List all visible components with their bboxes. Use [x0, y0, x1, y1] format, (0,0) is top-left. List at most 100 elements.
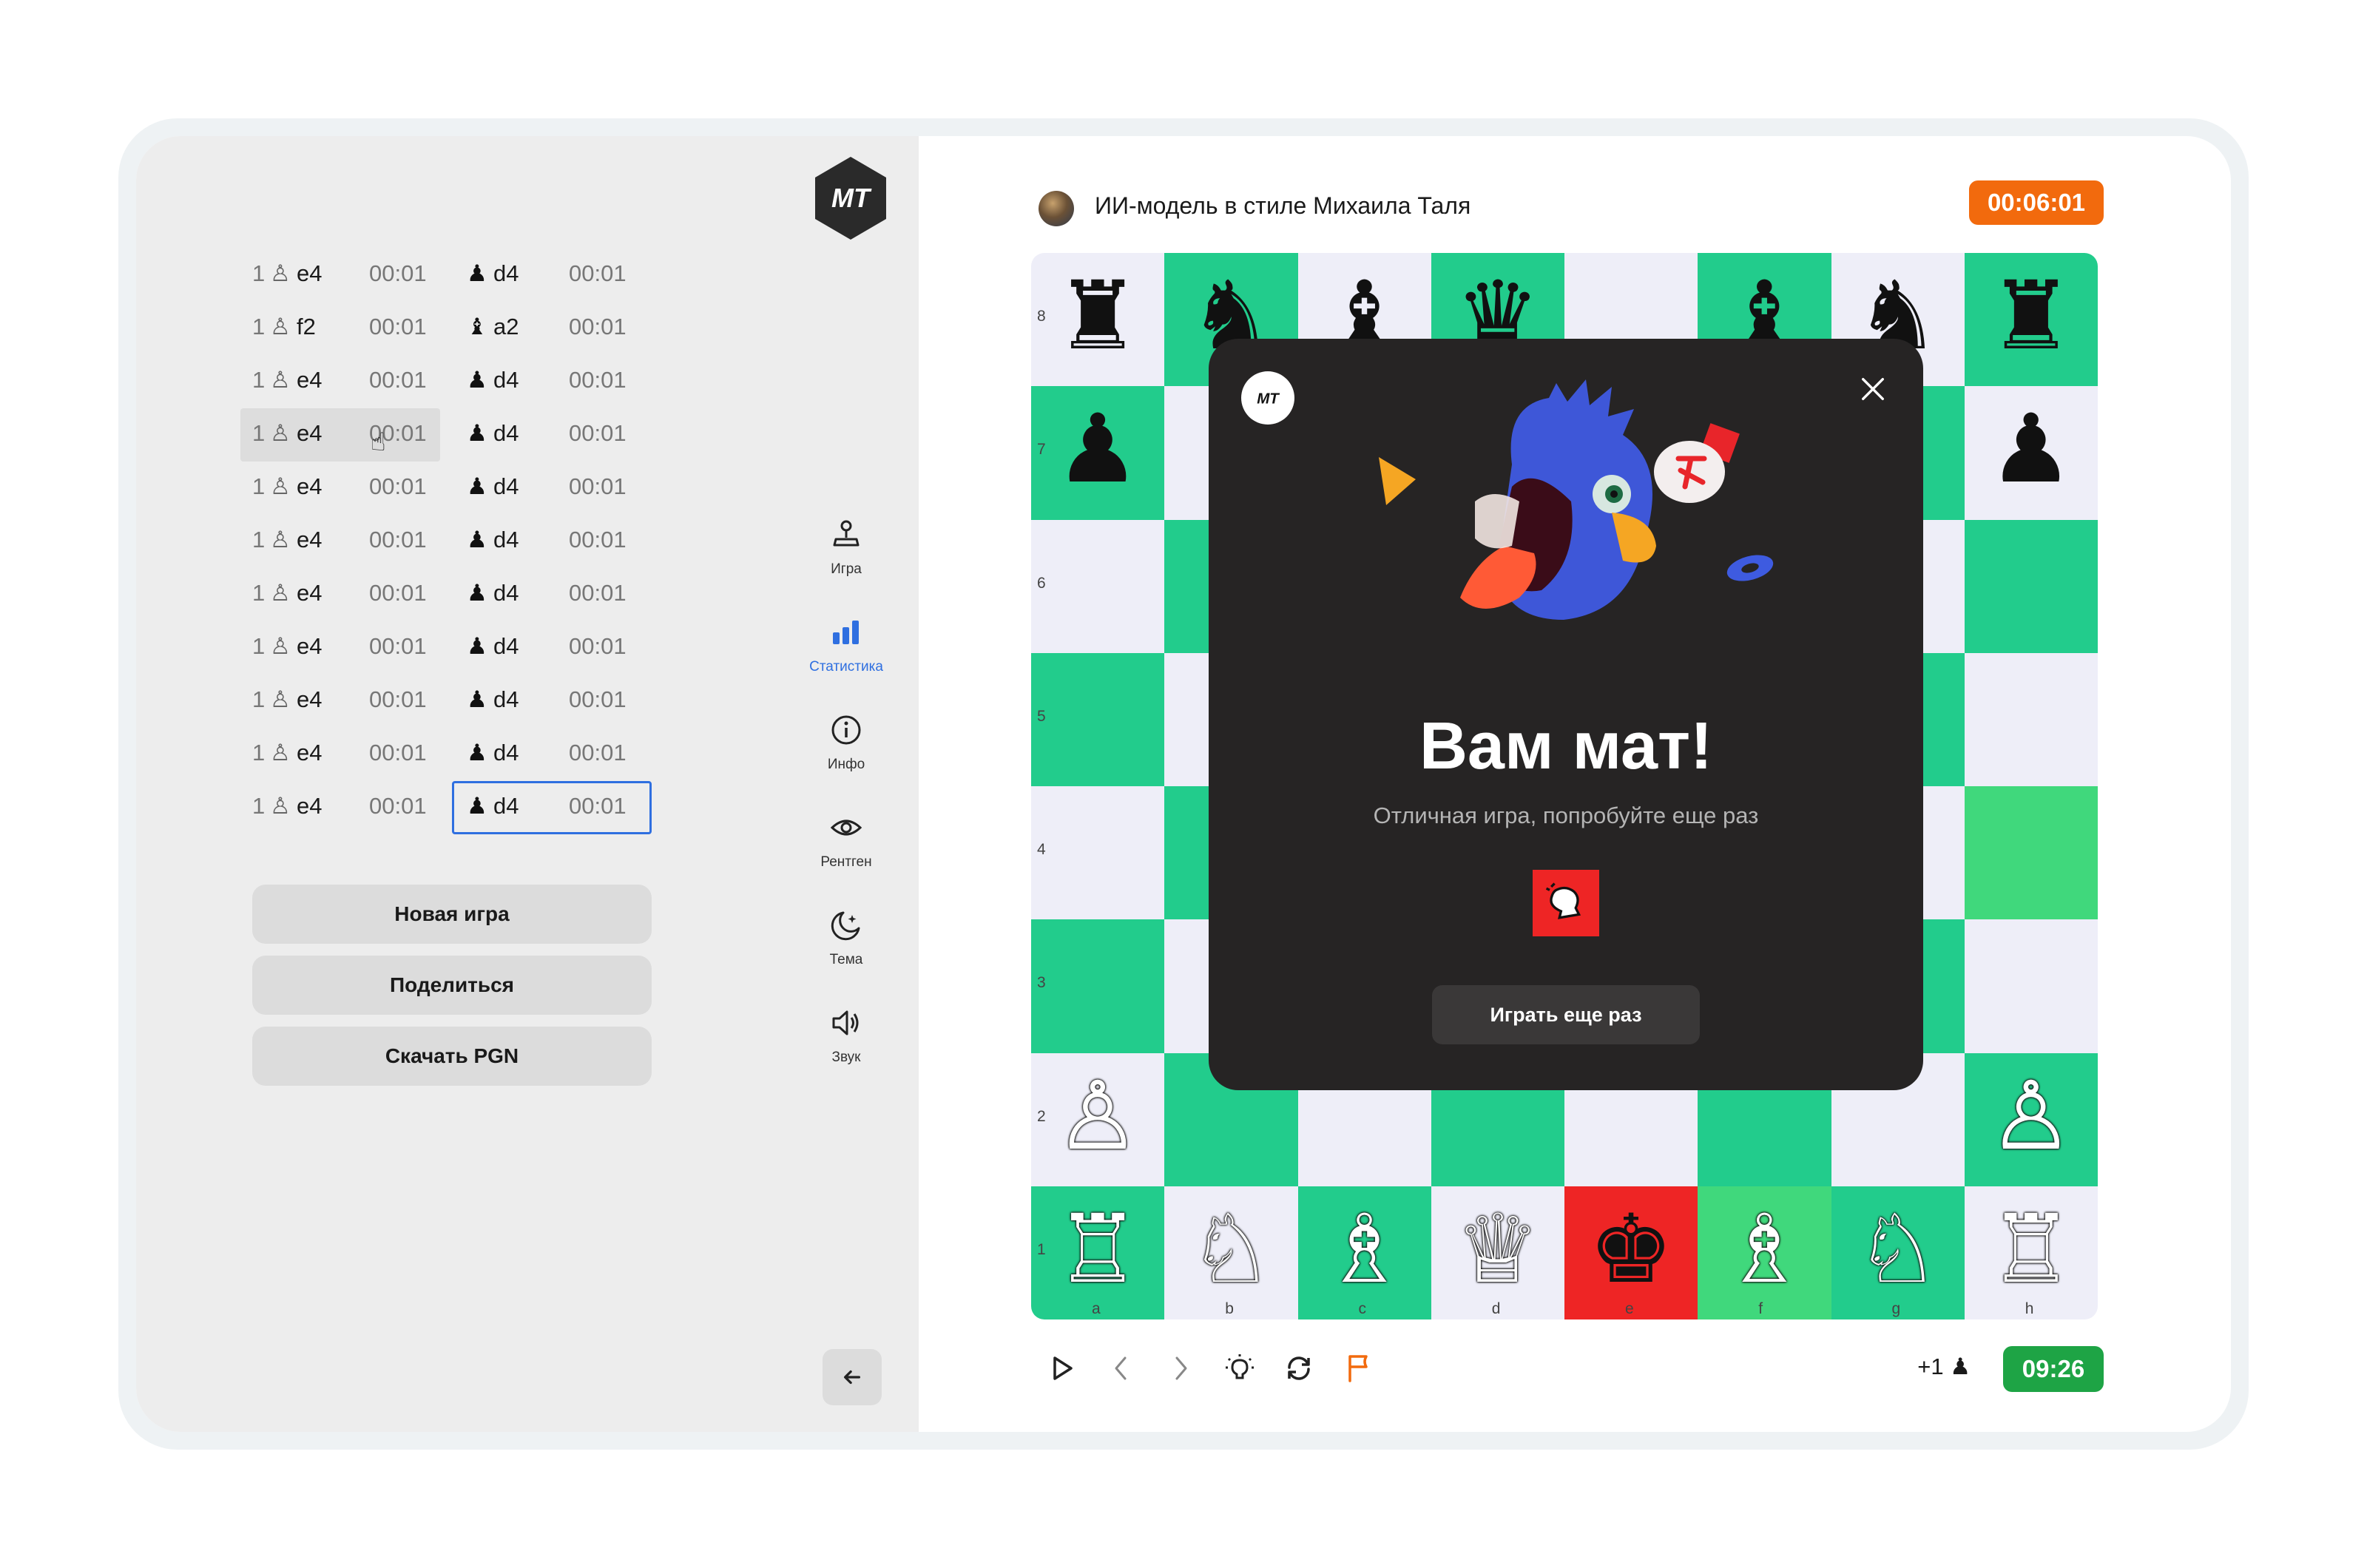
square-h3[interactable]: [1964, 919, 2098, 1053]
nav-label-xray: Рентген: [820, 854, 872, 870]
rank-label: 8: [1037, 308, 1046, 325]
square-d1[interactable]: d ♕: [1431, 1186, 1564, 1319]
square-h1[interactable]: h ♖: [1964, 1186, 2098, 1319]
share-button[interactable]: Поделиться: [252, 956, 652, 1015]
player-timer: 09:26: [2003, 1346, 2104, 1392]
square-f1[interactable]: f ♗: [1698, 1186, 1831, 1319]
square-c1[interactable]: c ♗: [1297, 1186, 1431, 1319]
square-h4[interactable]: [1964, 786, 2098, 920]
move-row: 1 ♙ e4 00:01 ♟ d4 00:01: [252, 780, 666, 834]
nav-item-theme[interactable]: Тема: [787, 889, 905, 987]
black-move[interactable]: d4: [493, 673, 519, 726]
opponent-header: ИИ-модель в стиле Михаила Таля 00:06:01: [1031, 173, 2104, 247]
game-area: ИИ-модель в стиле Михаила Таля 00:06:01 …: [1031, 173, 2104, 1401]
square-a6[interactable]: 6: [1031, 519, 1165, 653]
new-game-button[interactable]: Новая игра: [252, 885, 652, 944]
square-a5[interactable]: 5: [1031, 652, 1165, 786]
square-e1[interactable]: e ♚: [1564, 1186, 1698, 1319]
black-piece-icon: ♝: [467, 314, 487, 339]
app-window: MT 1 ♙ e4 00:01 ♟ d4 00:01 1 ♙ f2 00:01 ♝ a2 00:01 1 ♙ e…: [136, 136, 2231, 1432]
move-number: 1: [252, 686, 266, 712]
square-a1[interactable]: 1 a ♖: [1031, 1186, 1165, 1319]
hint-button[interactable]: [1219, 1348, 1260, 1389]
black-move[interactable]: a2: [493, 300, 519, 354]
white-move[interactable]: e4: [297, 726, 322, 780]
square-h5[interactable]: [1964, 652, 2098, 786]
black-piece-icon[interactable]: ♟: [1979, 398, 2083, 501]
black-piece-icon[interactable]: ♟: [1046, 398, 1149, 501]
black-move[interactable]: d4: [493, 513, 519, 567]
square-h8[interactable]: ♜: [1964, 253, 2098, 387]
white-piece-icon[interactable]: ♖: [1046, 1198, 1149, 1302]
previous-move-button[interactable]: [1101, 1348, 1142, 1389]
white-piece-icon: ♙: [270, 420, 291, 446]
resign-button[interactable]: [1337, 1348, 1379, 1389]
nav-label-game: Игра: [831, 561, 862, 577]
black-move[interactable]: d4: [493, 247, 519, 300]
square-a4[interactable]: 4: [1031, 786, 1165, 920]
move-number: 1: [252, 314, 266, 339]
black-move[interactable]: d4: [493, 567, 519, 620]
white-move[interactable]: e4: [297, 460, 322, 513]
black-piece-icon: ♟: [467, 367, 487, 393]
black-piece-icon[interactable]: ♜: [1046, 265, 1149, 368]
rank-label: 4: [1037, 841, 1046, 858]
white-move[interactable]: e4: [297, 780, 322, 833]
white-piece-icon[interactable]: ♗: [1712, 1198, 1816, 1302]
square-b1[interactable]: b ♘: [1164, 1186, 1298, 1319]
white-piece-icon[interactable]: ♖: [1979, 1198, 2083, 1302]
side-navigation: Игра Статистика Инфо Рентген Тема Звук: [787, 499, 905, 1084]
nav-item-game[interactable]: Игра: [787, 499, 905, 596]
white-move[interactable]: e4: [297, 620, 322, 673]
nav-item-info[interactable]: Инфо: [787, 694, 905, 791]
white-piece-icon[interactable]: ♘: [1846, 1198, 1950, 1302]
nav-item-sound[interactable]: Звук: [787, 987, 905, 1084]
black-move[interactable]: d4: [493, 726, 519, 780]
play-button[interactable]: [1041, 1348, 1083, 1389]
black-move[interactable]: d4: [493, 354, 519, 407]
black-piece-icon: ♟: [467, 793, 487, 819]
square-h2[interactable]: ♙: [1964, 1052, 2098, 1186]
black-move[interactable]: d4: [493, 780, 519, 833]
white-piece-icon[interactable]: ♘: [1179, 1198, 1283, 1302]
white-move[interactable]: e4: [297, 247, 322, 300]
flip-board-button[interactable]: [1278, 1348, 1320, 1389]
nav-label-sound: Звук: [831, 1050, 861, 1065]
checkmate-modal: MT Вам мат! Отличная игра, попробуйте ещ…: [1209, 339, 1923, 1090]
square-h7[interactable]: ♟: [1964, 386, 2098, 520]
white-piece-icon[interactable]: ♙: [1046, 1065, 1149, 1169]
close-button[interactable]: [1855, 371, 1891, 407]
square-a2[interactable]: 2 ♙: [1031, 1052, 1165, 1186]
brand-logo[interactable]: MT: [812, 155, 889, 241]
next-move-button[interactable]: [1160, 1348, 1201, 1389]
flag-icon: [1348, 1355, 1368, 1382]
black-piece-icon[interactable]: ♚: [1579, 1198, 1683, 1302]
white-piece-icon[interactable]: ♕: [1446, 1198, 1550, 1302]
white-piece-icon[interactable]: ♙: [1979, 1065, 2083, 1169]
moon-icon: [828, 908, 864, 943]
square-g1[interactable]: g ♘: [1831, 1186, 1965, 1319]
square-a7[interactable]: 7 ♟: [1031, 386, 1165, 520]
black-move[interactable]: d4: [493, 460, 519, 513]
nav-item-xray[interactable]: Рентген: [787, 791, 905, 889]
square-h6[interactable]: [1964, 519, 2098, 653]
white-move[interactable]: e4: [297, 673, 322, 726]
white-move[interactable]: e4: [297, 513, 322, 567]
play-again-button[interactable]: Играть еще раз: [1432, 985, 1700, 1044]
nav-item-statistics[interactable]: Статистика: [787, 596, 905, 694]
modal-title: Вам мат!: [1419, 709, 1713, 783]
white-move[interactable]: e4: [297, 407, 322, 460]
back-button[interactable]: [823, 1349, 882, 1405]
white-move[interactable]: f2: [297, 300, 316, 354]
rank-label: 1: [1037, 1240, 1046, 1258]
white-piece-icon[interactable]: ♗: [1313, 1198, 1417, 1302]
download-pgn-button[interactable]: Скачать PGN: [252, 1027, 652, 1086]
white-move[interactable]: e4: [297, 354, 322, 407]
black-move[interactable]: d4: [493, 620, 519, 673]
black-piece-icon[interactable]: ♜: [1979, 265, 2083, 368]
black-move[interactable]: d4: [493, 407, 519, 460]
white-move[interactable]: e4: [297, 567, 322, 620]
black-move-time: 00:01: [569, 686, 627, 712]
square-a3[interactable]: 3: [1031, 919, 1165, 1053]
square-a8[interactable]: 8 ♜: [1031, 253, 1165, 387]
